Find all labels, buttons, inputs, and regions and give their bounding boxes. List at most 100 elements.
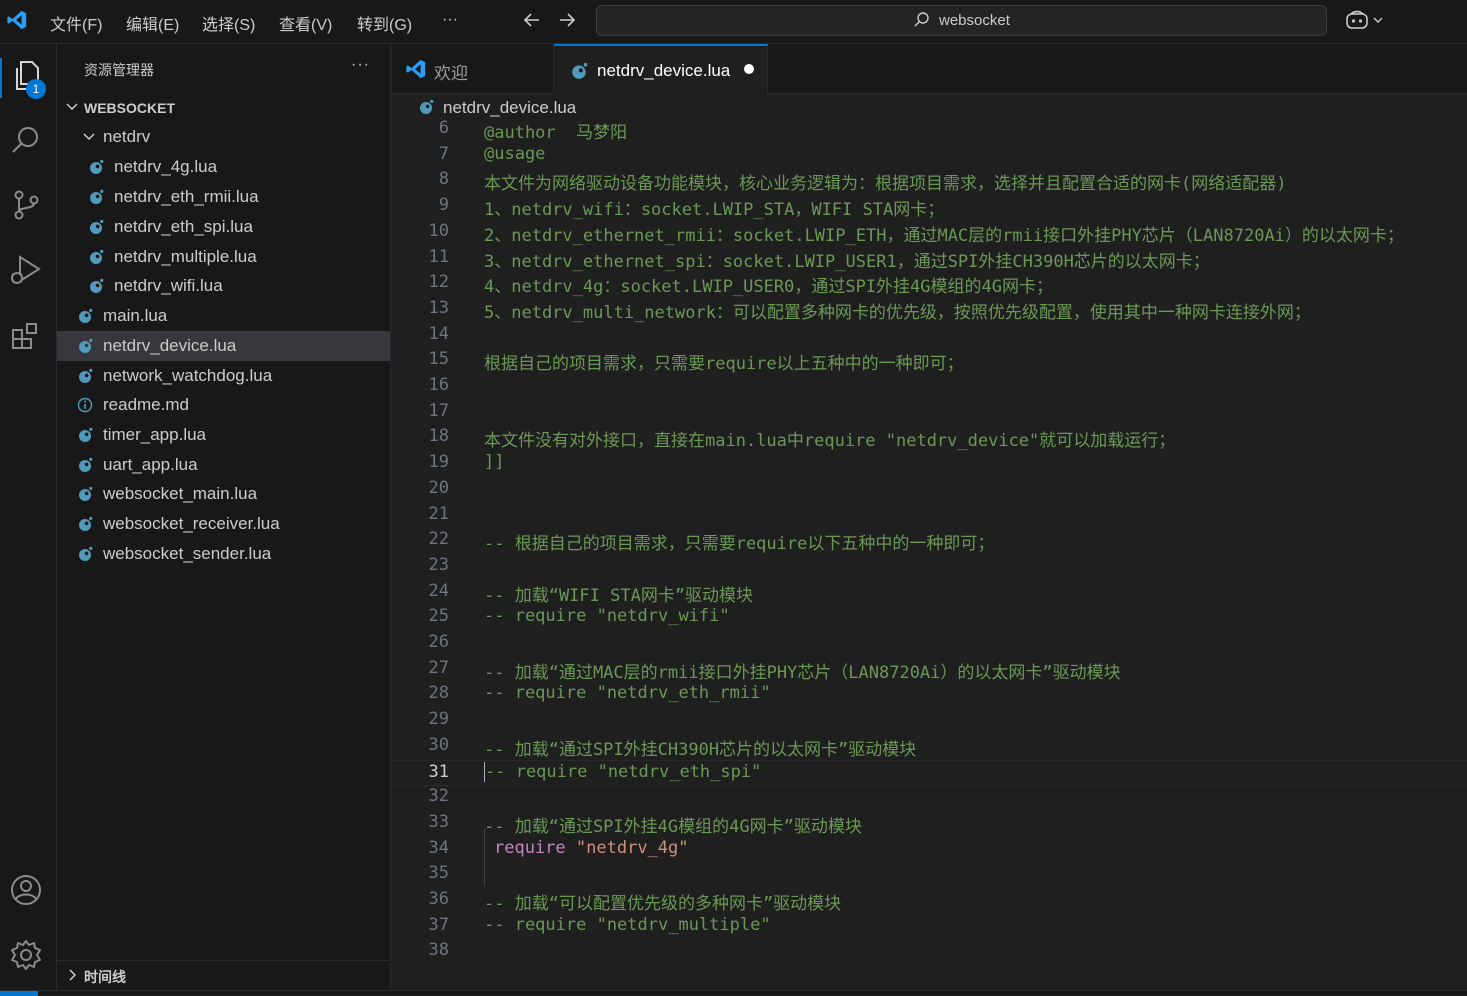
tree-file-row[interactable]: websocket_receiver.lua bbox=[57, 509, 390, 539]
lua-file-icon bbox=[79, 516, 93, 531]
remote-indicator[interactable] bbox=[0, 991, 38, 996]
copilot-icon[interactable] bbox=[1344, 9, 1384, 31]
tree-file-row[interactable]: websocket_main.lua bbox=[57, 479, 390, 509]
code-line[interactable]: 23 bbox=[392, 554, 1467, 580]
workspace-name: WEBSOCKET bbox=[84, 100, 175, 116]
code-text: -- 加载“WIFI STA网卡”驱动模块 bbox=[484, 585, 754, 606]
indent-guide bbox=[484, 828, 485, 886]
tree-file-row[interactable]: netdrv_eth_rmii.lua bbox=[57, 182, 390, 212]
code-line[interactable]: 34 require "netdrv_4g" bbox=[392, 837, 1467, 863]
workspace-section-header[interactable]: WEBSOCKET bbox=[57, 95, 390, 121]
lua-file-icon bbox=[79, 486, 93, 501]
code-line[interactable]: 21 bbox=[392, 503, 1467, 529]
menu-selection[interactable]: 选择(S) bbox=[202, 11, 255, 35]
code-line[interactable]: 20 bbox=[392, 477, 1467, 503]
line-number: 25 bbox=[428, 606, 449, 627]
code-line[interactable]: 15 根据自己的项目需求，只需要require以上五种中的一种即可； bbox=[392, 348, 1467, 374]
code-line[interactable]: 37 -- require "netdrv_multiple" bbox=[392, 914, 1467, 940]
code-line[interactable]: 16 bbox=[392, 374, 1467, 400]
file-label: netdrv_device.lua bbox=[103, 336, 237, 355]
code-line[interactable]: 12 4、netdrv_4g：socket.LWIP_USER0，通过SPI外挂4… bbox=[392, 271, 1467, 297]
tree-folder-netdrv[interactable]: netdrv bbox=[57, 122, 390, 152]
unsaved-dot-icon[interactable] bbox=[744, 64, 754, 74]
menu-edit[interactable]: 编辑(E) bbox=[126, 11, 179, 35]
tab-welcome[interactable]: 欢迎 bbox=[392, 44, 554, 93]
tree-file-row[interactable]: uart_app.lua bbox=[57, 450, 390, 480]
search-icon[interactable] bbox=[8, 122, 44, 158]
code-line[interactable]: 38 bbox=[392, 939, 1467, 965]
line-number: 9 bbox=[438, 195, 449, 216]
menu-file[interactable]: 文件(F) bbox=[50, 11, 102, 35]
code-line[interactable]: 26 bbox=[392, 631, 1467, 657]
tree-file-row[interactable]: netdrv_wifi.lua bbox=[57, 271, 390, 301]
tree-file-row[interactable]: netdrv_eth_spi.lua bbox=[57, 212, 390, 242]
tree-file-row[interactable]: websocket_sender.lua bbox=[57, 539, 390, 569]
code-text: ]] bbox=[484, 452, 505, 473]
extensions-icon[interactable] bbox=[8, 319, 44, 355]
menu-go[interactable]: 转到(G) bbox=[357, 11, 412, 35]
code-line[interactable]: 8 本文件为网络驱动设备功能模块，核心业务逻辑为：根据项目需求，选择并且配置合适的… bbox=[392, 168, 1467, 194]
active-indicator bbox=[0, 58, 2, 98]
code-line[interactable]: 33 -- 加载“通过SPI外挂4G模组的4G网卡”驱动模块 bbox=[392, 811, 1467, 837]
code-editor[interactable]: 6 @author 马梦阳 7 @usage 8 本文件为网络驱动设备功能模块，核心业务逻… bbox=[392, 120, 1467, 991]
tree-file-row[interactable]: netdrv_4g.lua bbox=[57, 152, 390, 182]
lua-file-icon bbox=[90, 159, 104, 174]
code-text: 3、netdrv_ethernet_spi：socket.LWIP_USER1，… bbox=[484, 251, 1210, 272]
search-text: websocket bbox=[939, 12, 1010, 29]
settings-gear-icon[interactable] bbox=[8, 937, 44, 973]
code-line[interactable]: 9 1、netdrv_wifi：socket.LWIP_STA，WIFI STA网… bbox=[392, 194, 1467, 220]
accounts-icon[interactable] bbox=[8, 872, 44, 908]
vscode-logo-icon[interactable] bbox=[6, 9, 28, 31]
menu-view[interactable]: 查看(V) bbox=[279, 11, 332, 35]
source-control-icon[interactable] bbox=[8, 187, 44, 223]
tree-file-row[interactable]: readme.md bbox=[57, 390, 390, 420]
code-line[interactable]: 30 -- 加载“通过SPI外挂CH390H芯片的以太网卡”驱动模块 bbox=[392, 734, 1467, 760]
line-number: 29 bbox=[428, 709, 449, 730]
code-line[interactable]: 19]] bbox=[392, 451, 1467, 477]
code-line[interactable]: 29 bbox=[392, 708, 1467, 734]
code-line[interactable]: 35 bbox=[392, 862, 1467, 888]
file-label: main.lua bbox=[103, 306, 168, 325]
code-line[interactable]: 25 -- require "netdrv_wifi" bbox=[392, 605, 1467, 631]
activity-bar: 1 bbox=[0, 44, 57, 995]
chevron-down-icon bbox=[83, 133, 95, 141]
code-line[interactable]: 13 5、netdrv_multi_network：可以配置多种网卡的优先级，按照… bbox=[392, 297, 1467, 323]
back-arrow-icon[interactable] bbox=[521, 9, 543, 31]
code-line[interactable]: 36 -- 加载“可以配置优先级的多种网卡”驱动模块 bbox=[392, 888, 1467, 914]
tree-file-row[interactable]: timer_app.lua bbox=[57, 420, 390, 450]
code-line[interactable]: 22 -- 根据自己的项目需求，只需要require以下五种中的一种即可； bbox=[392, 528, 1467, 554]
breadcrumb-file[interactable]: netdrv_device.lua bbox=[443, 98, 576, 118]
code-line[interactable]: 31 -- require "netdrv_eth_spi" bbox=[392, 759, 1467, 786]
tab-netdrv-device[interactable]: netdrv_device.lua bbox=[554, 44, 768, 94]
code-line[interactable]: 27 -- 加载“通过MAC层的rmii接口外挂PHY芯片（LAN8720Ai）的… bbox=[392, 657, 1467, 683]
line-number: 20 bbox=[428, 477, 449, 498]
command-center-search[interactable]: websocket bbox=[596, 5, 1327, 36]
code-text: 2、netdrv_ethernet_rmii：socket.LWIP_ETH，通… bbox=[484, 225, 1404, 246]
code-line[interactable]: 10 2、netdrv_ethernet_rmii：socket.LWIP_ETH… bbox=[392, 220, 1467, 246]
tree-file-row[interactable]: main.lua bbox=[57, 301, 390, 331]
code-line[interactable]: 6 @author 马梦阳 bbox=[392, 120, 1467, 143]
code-line[interactable]: 28 -- require "netdrv_eth_rmii" bbox=[392, 682, 1467, 708]
file-label: uart_app.lua bbox=[103, 455, 198, 474]
menu-more[interactable]: ··· bbox=[442, 11, 458, 29]
tree-file-row-selected[interactable]: netdrv_device.lua bbox=[57, 331, 390, 361]
code-line[interactable]: 7 @usage bbox=[392, 143, 1467, 169]
line-number: 19 bbox=[428, 452, 449, 473]
timeline-section-header[interactable]: 时间线 bbox=[57, 960, 391, 990]
lua-file-icon bbox=[572, 62, 588, 79]
line-number: 35 bbox=[428, 863, 449, 884]
run-debug-icon[interactable] bbox=[8, 252, 44, 288]
code-line[interactable]: 24 -- 加载“WIFI STA网卡”驱动模块 bbox=[392, 580, 1467, 606]
vscode-logo-icon bbox=[406, 59, 426, 79]
tree-file-row[interactable]: netdrv_multiple.lua bbox=[57, 242, 390, 272]
code-line[interactable]: 17 bbox=[392, 400, 1467, 426]
code-line[interactable]: 14 bbox=[392, 323, 1467, 349]
code-line[interactable]: 11 3、netdrv_ethernet_spi：socket.LWIP_USER… bbox=[392, 246, 1467, 272]
line-number: 12 bbox=[428, 272, 449, 293]
code-line[interactable]: 32 bbox=[392, 785, 1467, 811]
code-line[interactable]: 18 本文件没有对外接口，直接在main.lua中require "netdrv_… bbox=[392, 425, 1467, 451]
forward-arrow-icon[interactable] bbox=[556, 9, 578, 31]
explorer-more-actions[interactable]: ··· bbox=[351, 56, 370, 74]
lua-file-icon bbox=[420, 99, 434, 114]
tree-file-row[interactable]: network_watchdog.lua bbox=[57, 361, 390, 391]
